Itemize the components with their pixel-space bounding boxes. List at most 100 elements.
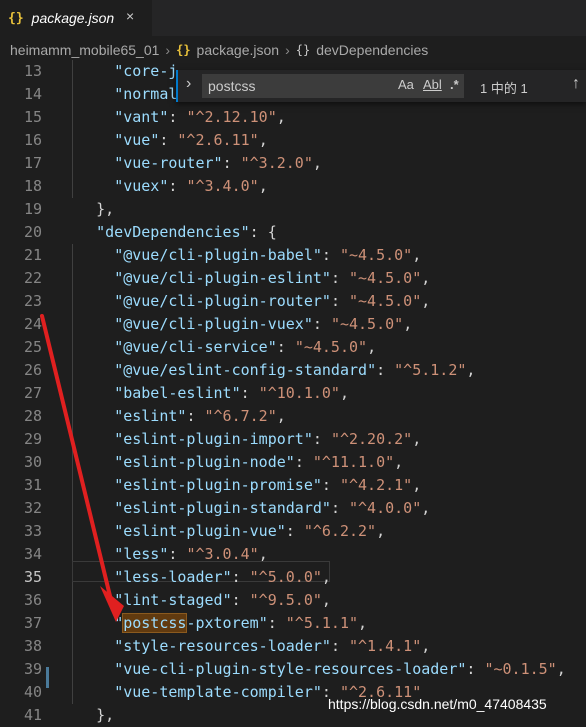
code-text: "normal (60, 83, 177, 106)
whole-word-icon[interactable]: Abl (423, 77, 442, 92)
code-line[interactable]: 31 "eslint-plugin-promise": "^4.2.1", (0, 474, 586, 497)
json-quote: " (231, 384, 241, 402)
json-quote: " (114, 545, 124, 563)
line-number: 37 (23, 614, 42, 632)
json-key: eslint-plugin-vue (123, 522, 277, 540)
code-line[interactable]: 21 "@vue/cli-plugin-babel": "~4.5.0", (0, 244, 586, 267)
line-number: 18 (23, 177, 42, 195)
breadcrumb-folder[interactable]: heimamm_mobile65_01 (10, 42, 159, 58)
code-line[interactable]: 16 "vue": "^2.6.11", (0, 129, 586, 152)
code-line[interactable]: 18 "vuex": "^3.4.0", (0, 175, 586, 198)
json-quote: " (321, 637, 331, 655)
json-comma: , (421, 637, 431, 655)
line-number: 32 (23, 499, 42, 517)
json-value: "^6.2.2" (303, 522, 377, 540)
line-number: 30 (23, 453, 42, 471)
code-text: "core-j (60, 60, 177, 83)
json-quote: " (96, 223, 106, 241)
match-count: 1 中的 1 (480, 81, 528, 96)
line-number: 19 (23, 200, 42, 218)
code-line[interactable]: 28 "eslint": "^6.7.2", (0, 405, 586, 428)
code-line[interactable]: 20 "devDependencies": { (0, 221, 586, 244)
json-value: "^5.1.2" (394, 361, 467, 379)
code-line[interactable]: 19 }, (0, 198, 586, 221)
code-line[interactable]: 32 "eslint-plugin-standard": "^4.0.0", (0, 497, 586, 520)
json-quote: " (114, 315, 124, 333)
json-key: less (123, 545, 160, 563)
json-quote: " (114, 269, 124, 287)
code-text: "vue-router": "^3.2.0", (60, 152, 322, 175)
code-line[interactable]: 22 "@vue/cli-plugin-eslint": "~4.5.0", (0, 267, 586, 290)
json-key: vuex (123, 177, 160, 195)
json-quote: " (367, 361, 377, 379)
code-line[interactable]: 30 "eslint-plugin-node": "^11.1.0", (0, 451, 586, 474)
json-comma: , (376, 522, 386, 540)
tab-package-json[interactable]: {} package.json × (0, 0, 152, 36)
line-number: 31 (23, 476, 42, 494)
json-colon: : (330, 499, 349, 517)
json-quote: " (114, 338, 124, 356)
previous-match-icon[interactable]: ↑ (572, 75, 580, 93)
json-braces-icon: {} (176, 43, 191, 57)
json-quote: " (114, 177, 124, 195)
code-line[interactable]: 15 "vant": "^2.12.10", (0, 106, 586, 129)
json-quote: " (150, 131, 160, 149)
code-line[interactable]: 39 "vue-cli-plugin-style-resources-loade… (0, 658, 586, 681)
json-quote: " (312, 246, 322, 264)
json-key: lint-staged (123, 591, 223, 609)
code-editor[interactable]: 13 "core-j 14 "normal 15 "vant": "^2.12.10… (0, 60, 586, 726)
line-number: 21 (23, 246, 42, 264)
code-line[interactable]: 35 "less-loader": "^5.0.0", (0, 566, 586, 589)
line-number: 35 (23, 568, 42, 586)
code-line[interactable]: 26 "@vue/eslint-config-standard": "^5.1.… (0, 359, 586, 382)
json-key: eslint-plugin-import (123, 430, 304, 448)
json-quote: " (312, 476, 322, 494)
breadcrumb-symbol[interactable]: devDependencies (316, 42, 428, 58)
json-braces-icon: {} (8, 10, 24, 26)
json-quote: " (114, 246, 124, 264)
code-line[interactable]: 25 "@vue/cli-service": "~4.5.0", (0, 336, 586, 359)
code-line[interactable]: 37 "postcss-pxtorem": "^5.1.1", (0, 612, 586, 635)
code-line[interactable]: 34 "less": "^3.0.4", (0, 543, 586, 566)
json-quote: " (312, 683, 322, 701)
code-text: "eslint-plugin-standard": "^4.0.0", (60, 497, 430, 520)
code-line[interactable]: 23 "@vue/cli-plugin-router": "~4.5.0", (0, 290, 586, 313)
code-line[interactable]: 38 "style-resources-loader": "^1.4.1", (0, 635, 586, 658)
json-comma: , (421, 269, 431, 287)
json-quote: " (303, 315, 313, 333)
json-key: @vue/eslint-config-standard (123, 361, 368, 379)
code-text: "postcss-pxtorem": "^5.1.1", (60, 612, 367, 635)
json-quote: " (114, 522, 124, 540)
code-text: "@vue/eslint-config-standard": "^5.1.2", (60, 359, 475, 382)
json-quote: " (321, 269, 331, 287)
breadcrumb-file[interactable]: package.json (197, 42, 280, 58)
code-text: "eslint": "^6.7.2", (60, 405, 286, 428)
json-value: "^2.12.10" (186, 108, 277, 126)
code-line[interactable]: 29 "eslint-plugin-import": "^2.20.2", (0, 428, 586, 451)
json-quote: " (114, 384, 124, 402)
match-case-icon[interactable]: Aa (398, 77, 414, 92)
json-value: "~0.1.5" (484, 660, 557, 678)
json-quote: " (240, 223, 250, 241)
json-colon: : (321, 246, 340, 264)
json-quote: " (114, 591, 124, 609)
code-line[interactable]: 36 "lint-staged": "^9.5.0", (0, 589, 586, 612)
json-quote: " (114, 131, 124, 149)
code-text: "@vue/cli-plugin-babel": "~4.5.0", (60, 244, 421, 267)
code-line[interactable]: 27 "babel-eslint": "^10.1.0", (0, 382, 586, 405)
json-punct: : { (249, 223, 277, 241)
code-line[interactable]: 17 "vue-router": "^3.2.0", (0, 152, 586, 175)
json-quote: " (321, 292, 331, 310)
json-value: "^3.4.0" (186, 177, 259, 195)
line-number: 33 (23, 522, 42, 540)
line-number: 17 (23, 154, 42, 172)
close-icon[interactable]: × (126, 8, 134, 24)
line-number: 14 (23, 85, 42, 103)
code-line[interactable]: 24 "@vue/cli-plugin-vuex": "~4.5.0", (0, 313, 586, 336)
toggle-replace-icon[interactable]: › (186, 75, 191, 93)
code-line[interactable]: 33 "eslint-plugin-vue": "^6.2.2", (0, 520, 586, 543)
regex-icon[interactable]: .* (450, 77, 459, 92)
json-comma: , (412, 430, 422, 448)
line-number: 26 (23, 361, 42, 379)
json-punct: }, (96, 706, 115, 724)
